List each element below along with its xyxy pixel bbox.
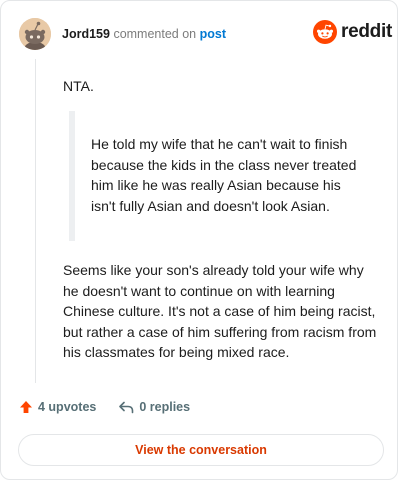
upvote-count: 4 upvotes [38,400,97,414]
thread-line [35,59,36,383]
reddit-logo-icon [313,20,337,44]
comment-paragraph-2: Seems like your son's already told your … [63,262,377,360]
blockquote-bar [69,111,75,241]
reply-button[interactable]: 0 replies [118,400,190,414]
upvote-arrow-icon [20,401,32,413]
comment-header: Jord159 commented on post [62,26,226,42]
avatar[interactable] [19,18,51,50]
post-link[interactable]: post [200,27,226,41]
comment-blockquote: He told my wife that he can't wait to fi… [91,136,357,214]
upvote-button[interactable]: 4 upvotes [19,400,96,414]
reddit-wordmark: reddit [341,21,392,42]
commented-on-text: commented on [113,27,197,41]
reply-arrow-icon [119,401,134,414]
comment-card: Jord159 commented on post reddit NTA. He… [0,0,398,480]
comment-paragraph-1: NTA. [63,78,94,94]
reply-count: 0 replies [139,400,191,414]
snoo-avatar-icon [19,18,51,50]
comment-actions: 4 upvotes 0 replies [19,400,190,414]
view-conversation-button[interactable]: View the conversation [18,434,384,466]
username[interactable]: Jord159 [62,27,110,41]
reddit-logo[interactable]: reddit [313,20,392,44]
